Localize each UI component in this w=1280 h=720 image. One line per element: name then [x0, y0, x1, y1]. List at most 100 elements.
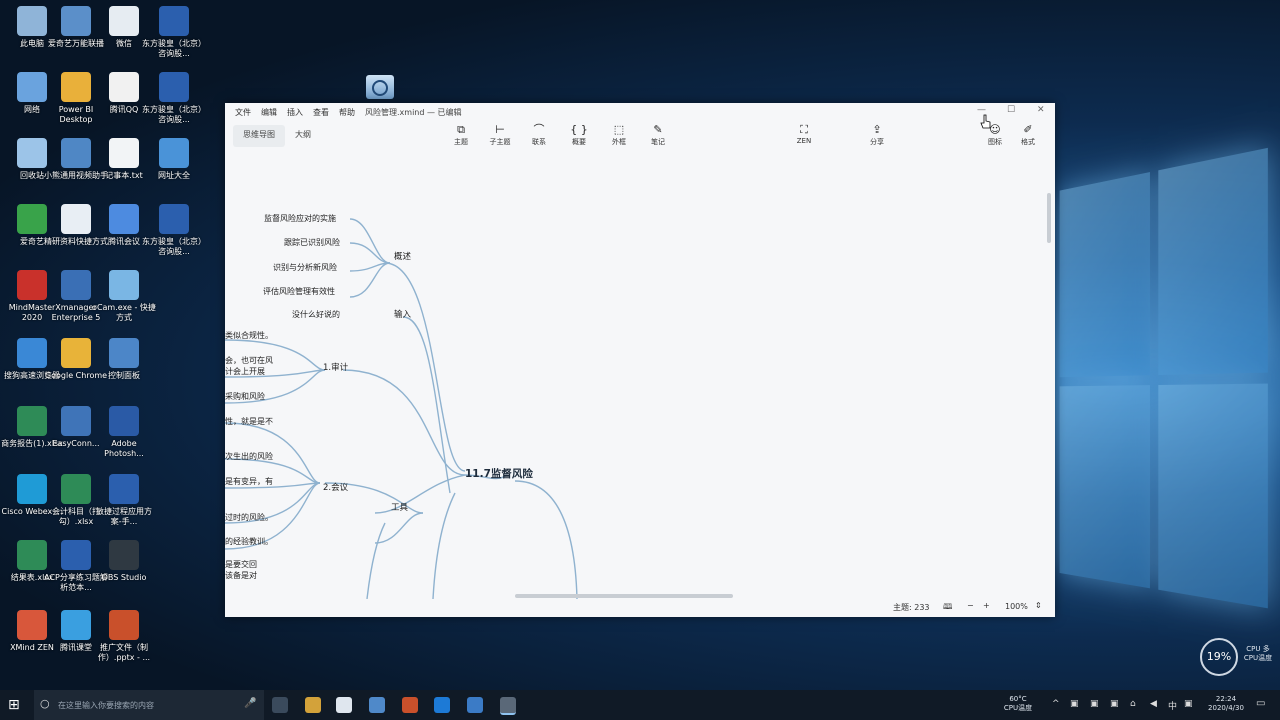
- desktop-icon-label: 网址大全: [158, 171, 190, 180]
- meeting-item[interactable]: 过时的风险。: [225, 512, 273, 523]
- zoom-in-icon[interactable]: +: [983, 601, 990, 610]
- desktop-icon[interactable]: oCam.exe - 快捷方式: [92, 270, 156, 323]
- edge-icon[interactable]: [434, 697, 450, 713]
- meeting-item[interactable]: 性，就是是不: [225, 416, 273, 427]
- desktop-icon-image: [17, 6, 47, 36]
- zoom-level[interactable]: 100%: [1005, 602, 1028, 611]
- overview-item[interactable]: 识别与分析新风险: [273, 262, 337, 273]
- overview-item[interactable]: 评估风险管理有效性: [263, 286, 335, 297]
- clock[interactable]: 22:24 2020/4/30: [1204, 695, 1248, 713]
- desktop-icon[interactable]: 东方骏皇（北京）咨询股...: [142, 204, 206, 257]
- notification-icon[interactable]: ▭: [1256, 698, 1265, 709]
- desktop-icon[interactable]: 东方骏皇（北京）咨询股...: [142, 72, 206, 125]
- zoom-stepper-icon[interactable]: ⇕: [1035, 601, 1042, 610]
- desktop-icon-image: [17, 138, 47, 168]
- desktop-icon-label: 敏捷过程应用方案-手...: [96, 507, 152, 526]
- search-icon: ○: [40, 697, 50, 710]
- microphone-icon[interactable]: 🎤: [244, 698, 256, 709]
- desktop-icon-image: [109, 474, 139, 504]
- tray-app-icon[interactable]: ▣: [1184, 699, 1193, 709]
- audit-item[interactable]: 计会上开展: [225, 366, 265, 377]
- branch-tools[interactable]: 工具: [391, 501, 408, 513]
- meeting-item[interactable]: 是有变异，有: [225, 476, 273, 487]
- meeting-item[interactable]: 该备是对: [225, 570, 257, 581]
- branch-audit[interactable]: 1.审计: [323, 361, 348, 373]
- desktop-icon-image: [159, 6, 189, 36]
- desktop-icon-label: 控制面板: [108, 371, 140, 380]
- start-icon[interactable]: ⊞: [8, 697, 24, 713]
- map-icon[interactable]: 🕮: [943, 601, 952, 615]
- chevron-up-icon[interactable]: ^: [1052, 699, 1060, 709]
- desktop-icon[interactable]: 推广文件（制作）.pptx - ...: [92, 610, 156, 663]
- desktop-icon[interactable]: Adobe Photosh...: [92, 406, 156, 459]
- app-icon[interactable]: [467, 697, 483, 713]
- desktop-icon-image: [109, 338, 139, 368]
- desktop-icon-label: Adobe Photosh...: [104, 439, 144, 458]
- desktop-icon-image: [109, 6, 139, 36]
- vertical-scrollbar[interactable]: [1047, 193, 1051, 243]
- desktop-icon[interactable]: 东方骏皇（北京）咨询股...: [142, 6, 206, 59]
- desktop-icon-image: [61, 338, 91, 368]
- search-placeholder: 在这里输入你要搜索的内容: [58, 701, 154, 710]
- network-icon[interactable]: ⌂: [1130, 699, 1136, 709]
- desktop-icon-image: [109, 406, 139, 436]
- meeting-item[interactable]: 次生出的风险: [225, 451, 273, 462]
- desktop-icon-image: [109, 138, 139, 168]
- wechat-icon[interactable]: [336, 697, 352, 713]
- task-view-icon[interactable]: [272, 697, 288, 713]
- meeting-item[interactable]: 是要交回: [225, 559, 257, 570]
- desktop-icon-image: [159, 138, 189, 168]
- cpu-temp-label: CPU温度: [1003, 704, 1033, 712]
- branch-input[interactable]: 输入: [394, 308, 411, 320]
- desktop-icon-image: [109, 72, 139, 102]
- overview-item[interactable]: 跟踪已识别风险: [284, 237, 340, 248]
- app-icon[interactable]: [402, 697, 418, 713]
- cpu-small-label-2: CPU温度: [1243, 654, 1273, 662]
- hand-cursor-icon: [980, 114, 991, 129]
- zoom-out-icon[interactable]: −: [967, 601, 974, 610]
- xmind-taskbar-icon[interactable]: [500, 697, 516, 715]
- volume-icon[interactable]: ◀: [1150, 699, 1157, 709]
- desktop-icon[interactable]: 敏捷过程应用方案-手...: [92, 474, 156, 527]
- desktop-icon-image: [17, 338, 47, 368]
- desktop-icon-image: [17, 474, 47, 504]
- cpu-temp: 60°C CPU温度: [1000, 695, 1036, 713]
- desktop-icon[interactable]: 网址大全: [142, 138, 206, 181]
- file-explorer-icon[interactable]: [305, 697, 321, 713]
- desktop-icon-image: [109, 610, 139, 640]
- desktop-icon-image: [61, 270, 91, 300]
- desktop-icon-image: [17, 270, 47, 300]
- desktop-icon-label: OBS Studio: [101, 573, 147, 582]
- tray-app-icon[interactable]: ▣: [1110, 699, 1119, 709]
- audit-item[interactable]: 类似合规性。: [225, 330, 273, 341]
- desktop-icon-image: [61, 72, 91, 102]
- app-icon[interactable]: [369, 697, 385, 713]
- desktop-icons: 此电脑 爱奇艺万能联播 微信 东方骏皇（北京）咨询股... 网络 Power BI Des…: [0, 0, 210, 690]
- branch-overview[interactable]: 概述: [394, 250, 411, 262]
- desktop-icon-image: [109, 204, 139, 234]
- central-topic[interactable]: 11.7监督风险: [465, 466, 533, 481]
- cpu-temp-value: 60°C: [1009, 695, 1027, 703]
- horizontal-scrollbar[interactable]: [515, 594, 733, 598]
- input-item[interactable]: 没什么好说的: [292, 309, 340, 320]
- search-box[interactable]: ○ 在这里输入你要搜索的内容 🎤: [34, 690, 264, 720]
- desktop-icon-label: 东方骏皇（北京）咨询股...: [142, 237, 206, 256]
- magnifier-app-icon[interactable]: [366, 75, 394, 99]
- desktop-icon-image: [61, 610, 91, 640]
- branch-meeting[interactable]: 2.会议: [323, 481, 348, 493]
- tray-app-icon[interactable]: ▣: [1070, 699, 1079, 709]
- input-method-icon[interactable]: 中: [1168, 699, 1177, 712]
- audit-item[interactable]: 会，也可在风: [225, 355, 273, 366]
- desktop-icon[interactable]: OBS Studio: [92, 540, 156, 583]
- desktop-icon[interactable]: 控制面板: [92, 338, 156, 381]
- desktop-icon-image: [61, 406, 91, 436]
- audit-item[interactable]: 采购和风险: [225, 391, 265, 402]
- meeting-item[interactable]: 的经验教训。: [225, 536, 273, 547]
- cpu-usage-gauge[interactable]: 19%: [1200, 638, 1238, 676]
- taskbar: ⊞ ○ 在这里输入你要搜索的内容 🎤 60°C CPU温度 ^ ▣ ▣ ▣ ⌂ …: [0, 690, 1280, 720]
- tray-app-icon[interactable]: ▣: [1090, 699, 1099, 709]
- desktop-icon-image: [61, 204, 91, 234]
- cpu-monitor-text: CPU 多 CPU温度: [1240, 645, 1276, 663]
- desktop-icon-label: 东方骏皇（北京）咨询股...: [142, 39, 206, 58]
- overview-item[interactable]: 监督风险应对的实施: [264, 213, 336, 224]
